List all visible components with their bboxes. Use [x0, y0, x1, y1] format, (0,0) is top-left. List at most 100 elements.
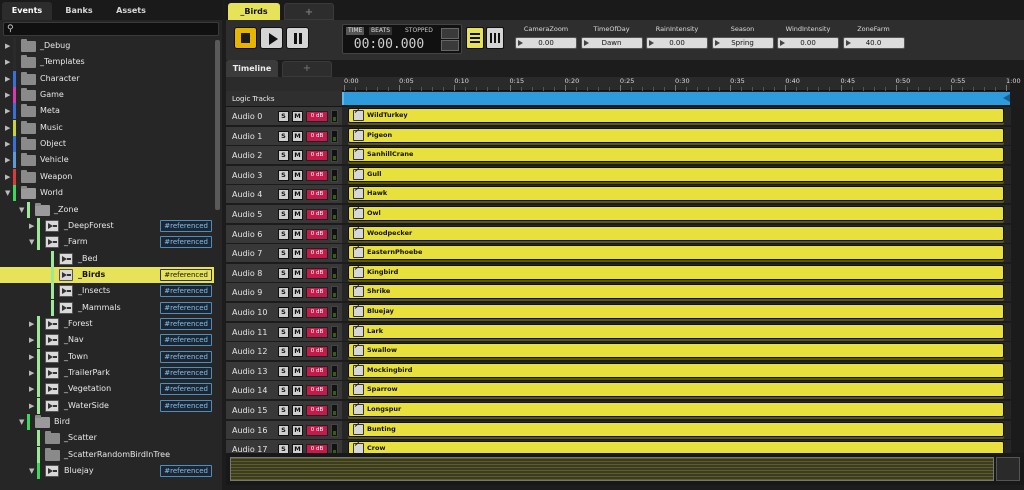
expand-arrow-icon[interactable]: ▶ — [5, 54, 10, 70]
volume-fader[interactable]: 0 dB — [306, 424, 328, 436]
expand-arrow-icon[interactable]: ▶ — [29, 365, 34, 381]
mute-button[interactable]: M — [292, 267, 303, 279]
parameter-value-field[interactable]: 40.0 — [842, 37, 905, 49]
audio-clip[interactable]: Mockingbird — [348, 362, 1004, 378]
tab-banks[interactable]: Banks — [54, 2, 104, 20]
track-header[interactable]: Audio 4 SM0 dB — [226, 185, 342, 205]
mute-button[interactable]: M — [292, 111, 303, 122]
audio-clip[interactable]: Gull — [348, 166, 1004, 182]
tab-timeline[interactable]: Timeline — [226, 60, 278, 77]
volume-fader[interactable]: 0 dB — [306, 346, 328, 358]
tree-item-mammals[interactable]: _Mammals #referenced — [0, 299, 214, 316]
pause-button[interactable] — [286, 27, 309, 49]
track-header[interactable]: Audio 7 SM0 dB — [226, 244, 342, 264]
tree-item-object[interactable]: ▶ Object — [0, 136, 214, 153]
track-header[interactable]: Audio 5 SM0 dB — [226, 205, 342, 224]
track-header[interactable]: Audio 16 S M 0 dB — [226, 420, 342, 440]
collapse-arrow-icon[interactable]: ▼ — [5, 185, 10, 201]
mute-button[interactable]: M — [292, 385, 303, 397]
parameter-value-field[interactable]: Dawn — [580, 37, 643, 49]
mute-button[interactable]: M — [292, 130, 303, 142]
tree-item-scatter[interactable]: _Scatter — [0, 430, 214, 447]
tree-item-music[interactable]: ▶ Music — [0, 119, 214, 136]
audio-clip[interactable]: Sparrow — [348, 382, 1004, 398]
track-header[interactable]: Audio 15 S M 0 dB — [226, 401, 342, 420]
mute-button[interactable]: M — [292, 209, 303, 220]
audio-clip[interactable]: EasternPhoebe — [348, 245, 1004, 261]
solo-button[interactable]: S — [278, 287, 289, 299]
track-lane[interactable]: Swallow — [342, 342, 1024, 362]
solo-button[interactable]: S — [278, 150, 289, 162]
tree-item-meta[interactable]: ▶ Meta — [0, 103, 214, 120]
audio-clip[interactable]: Lark — [348, 323, 1004, 339]
solo-button[interactable]: S — [278, 189, 289, 201]
solo-button[interactable]: S — [278, 365, 289, 377]
grid-view-button[interactable] — [486, 27, 504, 49]
collapse-arrow-icon[interactable]: ▼ — [29, 463, 34, 479]
search-input[interactable]: ⚲ — [3, 22, 219, 36]
volume-fader[interactable]: 0 dB — [306, 209, 328, 220]
track-lane[interactable]: Pigeon — [342, 126, 1024, 146]
expand-arrow-icon[interactable]: ▶ — [5, 103, 10, 119]
tree-item-trailerpark[interactable]: ▶ _TrailerPark #referenced — [0, 365, 214, 381]
volume-fader[interactable]: 0 dB — [306, 405, 328, 416]
tree-item-world[interactable]: ▼ World — [0, 185, 214, 202]
tree-item-character[interactable]: ▶ Character — [0, 70, 214, 87]
expand-arrow-icon[interactable]: ▶ — [5, 152, 10, 168]
track-header[interactable]: Audio 8 SM0 dB — [226, 263, 342, 283]
solo-button[interactable]: S — [278, 385, 289, 397]
mute-button[interactable]: M — [292, 346, 303, 358]
mute-button[interactable]: M — [292, 248, 303, 260]
solo-button[interactable]: S — [278, 267, 289, 279]
track-lane[interactable]: Bluejay — [342, 303, 1024, 322]
volume-fader[interactable]: 0 dB — [306, 307, 328, 318]
solo-button[interactable]: S — [278, 424, 289, 436]
overview-waveform[interactable] — [230, 457, 994, 481]
tree-item-templates[interactable]: ▶ _Templates — [0, 54, 214, 71]
volume-fader[interactable]: 0 dB — [306, 267, 328, 279]
tab-assets[interactable]: Assets — [106, 2, 156, 20]
track-lane[interactable]: Woodpecker — [342, 224, 1024, 244]
mute-button[interactable]: M — [292, 365, 303, 377]
audio-clip[interactable]: Swallow — [348, 343, 1004, 359]
tree-item-farm[interactable]: ▼ _Farm #referenced — [0, 234, 214, 251]
track-lane[interactable]: WildTurkey — [342, 107, 1024, 126]
expand-arrow-icon[interactable]: ▶ — [29, 398, 34, 414]
audio-clip[interactable]: Hawk — [348, 186, 1004, 202]
tree-item-vehicle[interactable]: ▶ Vehicle — [0, 152, 214, 169]
audio-clip[interactable]: SanhillCrane — [348, 147, 1004, 163]
track-lane[interactable]: SanhillCrane — [342, 146, 1024, 166]
expand-arrow-icon[interactable]: ▶ — [5, 87, 10, 103]
tab-birds[interactable]: _Birds — [228, 3, 280, 20]
collapse-arrow-icon[interactable]: ▼ — [19, 414, 24, 430]
volume-fader[interactable]: 0 dB — [306, 130, 328, 142]
track-header[interactable]: Audio 13 S M 0 dB — [226, 361, 342, 381]
tracks-scrollbar[interactable] — [1011, 107, 1024, 453]
solo-button[interactable]: S — [278, 169, 289, 181]
audio-clip[interactable]: Crow — [348, 441, 1004, 453]
track-header[interactable]: Audio 1 SM0 dB — [226, 126, 342, 146]
expand-arrow-icon[interactable]: ▶ — [29, 381, 34, 397]
tab-events[interactable]: Events — [2, 2, 52, 20]
audio-clip[interactable]: Longspur — [348, 402, 1004, 417]
parameter-value-field[interactable]: 0.00 — [777, 37, 839, 49]
track-lane[interactable]: Shrike — [342, 283, 1024, 303]
volume-fader[interactable]: 0 dB — [306, 365, 328, 377]
expand-arrow-icon[interactable]: ▶ — [5, 136, 10, 152]
volume-fader[interactable]: 0 dB — [306, 326, 328, 338]
expand-arrow-icon[interactable]: ▶ — [5, 71, 10, 87]
tree-item-insects[interactable]: _Insects #referenced — [0, 283, 214, 300]
tree-item-nav[interactable]: ▶ _Nav #referenced — [0, 332, 214, 349]
add-parameter-tab-button[interactable]: + — [282, 61, 332, 77]
mute-button[interactable]: M — [292, 228, 303, 240]
track-lane[interactable]: Kingbird — [342, 263, 1024, 283]
tree-item-debug[interactable]: ▶ _Debug — [0, 38, 214, 54]
volume-fader[interactable]: 0 dB — [306, 385, 328, 397]
expand-arrow-icon[interactable]: ▶ — [5, 169, 10, 185]
tree-item-bed[interactable]: _Bed — [0, 250, 214, 267]
track-lane[interactable]: Mockingbird — [342, 361, 1024, 381]
track-header[interactable]: Audio 17 S M 0 dB — [226, 440, 342, 453]
mute-button[interactable]: M — [292, 405, 303, 416]
stop-button[interactable] — [234, 27, 257, 49]
expand-arrow-icon[interactable]: ▶ — [29, 316, 34, 332]
